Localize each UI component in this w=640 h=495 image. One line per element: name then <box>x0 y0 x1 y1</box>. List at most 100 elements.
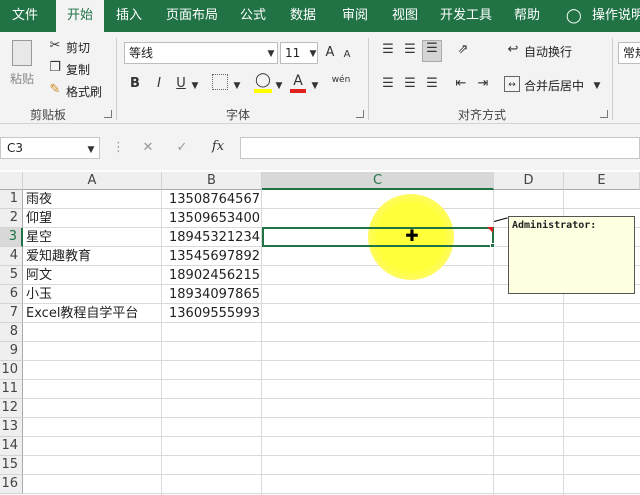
chevron-down-icon[interactable]: ▼ <box>310 78 320 94</box>
format-painter-icon[interactable]: ✎ <box>48 82 62 98</box>
cell-b4[interactable]: 13545697892 <box>162 247 262 266</box>
tab-data[interactable]: 数据 <box>290 0 316 32</box>
enter-icon[interactable]: ✓ <box>174 140 190 156</box>
decrease-indent-icon[interactable]: ⇤ <box>452 76 470 92</box>
tab-help[interactable]: 帮助 <box>514 0 540 32</box>
row-header-15[interactable]: 15 <box>0 456 23 475</box>
tab-view[interactable]: 视图 <box>392 0 418 32</box>
paste-button[interactable]: 粘贴 <box>10 70 34 87</box>
cell-b5[interactable]: 18902456215 <box>162 266 262 285</box>
cut-icon[interactable]: ✂ <box>48 38 62 54</box>
row-header-11[interactable]: 11 <box>0 380 23 399</box>
tab-developer[interactable]: 开发工具 <box>440 0 492 32</box>
row-header-5[interactable]: 5 <box>0 266 23 285</box>
alignment-launcher-icon[interactable] <box>600 110 608 118</box>
row-header-14[interactable]: 14 <box>0 437 23 456</box>
cut-button[interactable]: 剪切 <box>66 39 90 56</box>
borders-icon[interactable] <box>212 74 228 90</box>
font-name-select[interactable]: 等线 <box>124 42 278 64</box>
name-box[interactable]: C3 <box>0 137 100 159</box>
cell-b6[interactable]: 18934097865 <box>162 285 262 304</box>
wrap-text-button[interactable]: 自动换行 <box>524 43 572 60</box>
column-header-e[interactable]: E <box>564 172 640 190</box>
formula-input[interactable] <box>240 137 640 159</box>
fill-handle[interactable] <box>490 243 495 248</box>
align-right-icon[interactable]: ☰ <box>424 76 440 92</box>
column-header-c[interactable]: C <box>262 172 494 190</box>
row-header-9[interactable]: 9 <box>0 342 23 361</box>
chevron-down-icon[interactable]: ▼ <box>232 78 242 94</box>
chevron-down-icon[interactable]: ▼ <box>308 46 318 62</box>
cell-comment[interactable]: Administrator: <box>508 216 635 294</box>
cell-b7[interactable]: 13609555993 <box>162 304 262 323</box>
align-top-icon[interactable]: ☰ <box>380 42 396 58</box>
increase-indent-icon[interactable]: ⇥ <box>474 76 492 92</box>
chevron-down-icon[interactable]: ▼ <box>190 78 200 94</box>
chevron-down-icon[interactable]: ▼ <box>274 78 284 94</box>
insert-function-button[interactable]: fx <box>208 139 228 155</box>
tab-home[interactable]: 开始 <box>56 0 104 33</box>
grow-font-button[interactable]: A <box>324 45 336 61</box>
cell-a6[interactable]: 小玉 <box>24 285 162 304</box>
shrink-font-button[interactable]: A <box>342 47 352 63</box>
cell-a5[interactable]: 阿文 <box>24 266 162 285</box>
lightbulb-icon[interactable]: ◯ <box>566 0 584 32</box>
cell-a1[interactable]: 雨夜 <box>24 190 162 209</box>
tab-formulas[interactable]: 公式 <box>240 0 266 32</box>
underline-button[interactable]: U <box>174 76 188 92</box>
font-color-icon[interactable]: A <box>290 73 306 89</box>
more-options-icon: ⋮ <box>112 140 125 155</box>
wrap-text-icon[interactable]: ↩ <box>506 42 520 58</box>
chevron-down-icon[interactable]: ▼ <box>592 78 602 94</box>
row-header-10[interactable]: 10 <box>0 361 23 380</box>
chevron-down-icon[interactable]: ▼ <box>266 46 276 62</box>
row-header-4[interactable]: 4 <box>0 247 23 266</box>
tab-file[interactable]: 文件 <box>12 0 38 32</box>
merge-center-button[interactable]: 合并后居中 <box>524 77 584 94</box>
row-header-16[interactable]: 16 <box>0 475 23 494</box>
row-header-13[interactable]: 13 <box>0 418 23 437</box>
row-header-3[interactable]: 3 <box>0 228 23 247</box>
row-header-12[interactable]: 12 <box>0 399 23 418</box>
italic-button[interactable]: I <box>152 76 166 92</box>
cell-a3[interactable]: 星空 <box>24 228 162 247</box>
paste-icon[interactable] <box>12 40 32 66</box>
select-all-button[interactable] <box>0 172 23 190</box>
row-header-6[interactable]: 6 <box>0 285 23 304</box>
column-header-d[interactable]: D <box>494 172 564 190</box>
tab-tell-me[interactable]: 操作说明 <box>592 0 640 32</box>
cell-b2[interactable]: 13509653400 <box>162 209 262 228</box>
row-header-1[interactable]: 1 <box>0 190 23 209</box>
number-format-select[interactable]: 常规 <box>618 42 640 64</box>
font-launcher-icon[interactable] <box>356 110 364 118</box>
clipboard-launcher-icon[interactable] <box>104 110 112 118</box>
cell-a7[interactable]: Excel教程自学平台 <box>24 304 162 323</box>
row-header-2[interactable]: 2 <box>0 209 23 228</box>
align-left-icon[interactable]: ☰ <box>380 76 396 92</box>
cancel-icon[interactable]: ✕ <box>140 140 156 156</box>
tab-page-layout[interactable]: 页面布局 <box>166 0 218 32</box>
cell-b1[interactable]: 13508764567 <box>162 190 262 209</box>
row-header-8[interactable]: 8 <box>0 323 23 342</box>
chevron-down-icon[interactable]: ▼ <box>86 142 96 158</box>
cell-b3[interactable]: 18945321234 <box>162 228 262 247</box>
copy-icon[interactable]: ❐ <box>48 60 62 76</box>
align-middle-icon[interactable]: ☰ <box>402 42 418 58</box>
align-bottom-icon[interactable]: ☰ <box>422 40 442 62</box>
cell-a4[interactable]: 爱知趣教育 <box>24 247 162 266</box>
column-header-a[interactable]: A <box>23 172 162 190</box>
cell-a2[interactable]: 仰望 <box>24 209 162 228</box>
fill-color-icon[interactable]: ◯ <box>254 72 272 88</box>
merge-center-icon[interactable]: ↔ <box>504 76 520 92</box>
tab-review[interactable]: 审阅 <box>342 0 368 32</box>
copy-button[interactable]: 复制 <box>66 61 90 78</box>
orientation-icon[interactable]: ⇗ <box>452 42 474 58</box>
tab-insert[interactable]: 插入 <box>116 0 142 32</box>
format-painter-button[interactable]: 格式刷 <box>66 83 102 100</box>
column-header-b[interactable]: B <box>162 172 262 190</box>
row-header-7[interactable]: 7 <box>0 304 23 323</box>
bold-button[interactable]: B <box>128 76 142 92</box>
phonetic-guide-button[interactable]: wén <box>330 72 352 88</box>
align-center-icon[interactable]: ☰ <box>402 76 418 92</box>
active-cell-c3[interactable] <box>262 227 494 247</box>
